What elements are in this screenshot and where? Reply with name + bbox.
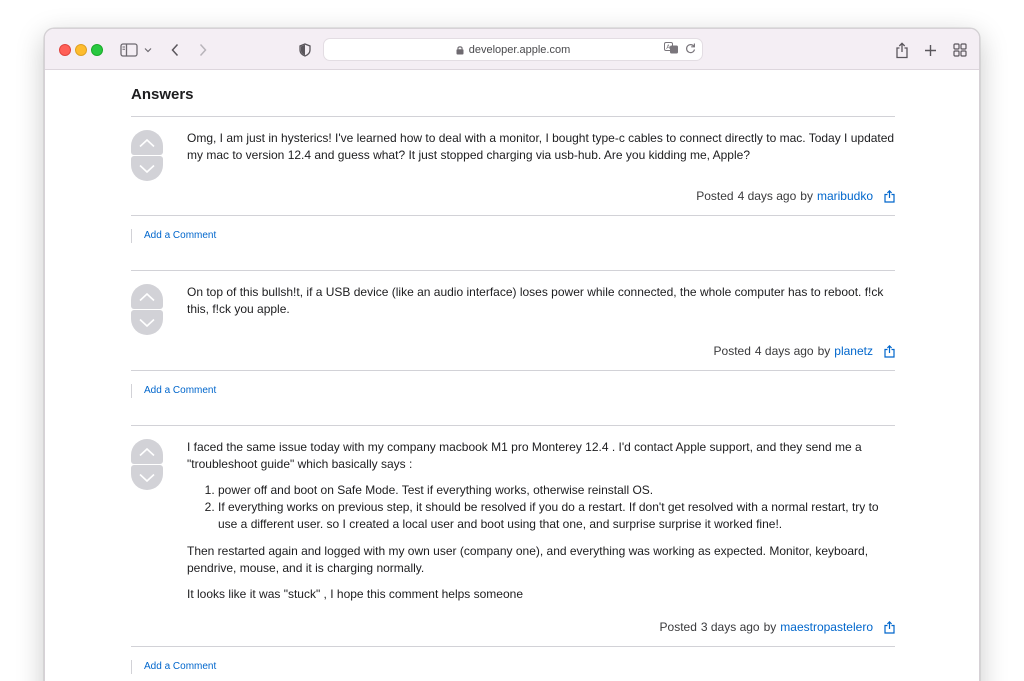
minimize-window-button[interactable] [75, 44, 87, 56]
chevron-down-icon [139, 318, 155, 327]
browser-toolbar: developer.apple.com A [45, 29, 979, 70]
share-icon[interactable] [884, 189, 895, 203]
sidebar-toggle-icon[interactable] [120, 40, 138, 60]
vote-controls [131, 284, 163, 335]
author-link[interactable]: maribudko [817, 189, 873, 203]
by-label: by [800, 189, 813, 203]
add-comment-link[interactable]: Add a Comment [131, 660, 216, 674]
back-icon[interactable] [170, 40, 180, 60]
share-page-icon[interactable] [895, 40, 909, 60]
translate-icon[interactable]: A [664, 42, 679, 57]
page-content: Answers Omg, I am just in hysterics! I'v… [45, 71, 979, 681]
posted-label: Posted [696, 189, 734, 203]
answer-paragraph: It looks like it was "stuck" , I hope th… [187, 587, 523, 601]
posted-time: 4 days ago [737, 189, 797, 203]
share-icon[interactable] [884, 620, 895, 634]
sidebar-menu-chevron-down-icon[interactable] [144, 40, 152, 60]
by-label: by [817, 344, 831, 358]
posted-label: Posted [713, 344, 751, 358]
troubleshoot-steps-list: power off and boot on Safe Mode. Test if… [218, 482, 895, 533]
address-bar[interactable]: developer.apple.com A [323, 38, 703, 61]
author-link[interactable]: planetz [834, 344, 873, 358]
downvote-button[interactable] [131, 156, 163, 181]
privacy-shield-icon[interactable] [299, 40, 311, 60]
chevron-down-icon [139, 473, 155, 482]
answer-3: I faced the same issue today with my com… [131, 426, 895, 646]
answer-intro: I faced the same issue today with my com… [187, 440, 862, 471]
upvote-button[interactable] [131, 130, 163, 155]
posted-time: 4 days ago [754, 344, 814, 358]
answer-paragraph: Then restarted again and logged with my … [187, 544, 869, 575]
lock-icon [456, 45, 464, 55]
browser-window: developer.apple.com A Answers Omg, I am … [44, 28, 980, 681]
divider [131, 646, 895, 647]
answers-heading: Answers [131, 86, 194, 103]
divider [131, 370, 895, 371]
list-item: If everything works on previous step, it… [218, 499, 895, 533]
posted-meta: Posted 3 days ago by maestropastelero [660, 620, 895, 634]
upvote-button[interactable] [131, 439, 163, 464]
address-bar-url: developer.apple.com [468, 43, 571, 56]
posted-meta: Posted 4 days ago by planetz [714, 344, 895, 358]
close-window-button[interactable] [59, 44, 71, 56]
by-label: by [763, 620, 777, 634]
upvote-button[interactable] [131, 284, 163, 309]
posted-time: 3 days ago [700, 620, 760, 634]
answer-body: Omg, I am just in hysterics! I've learne… [187, 130, 895, 173]
reload-icon[interactable] [685, 42, 696, 57]
answer-paragraph: On top of this bullsh!t, if a USB device… [187, 285, 884, 316]
chevron-up-icon [139, 138, 155, 147]
posted-label: Posted [659, 620, 697, 634]
chevron-up-icon [139, 447, 155, 456]
add-comment-link[interactable]: Add a Comment [131, 384, 216, 398]
posted-meta: Posted 4 days ago by maribudko [696, 189, 895, 203]
zoom-window-button[interactable] [91, 44, 103, 56]
answer-body: On top of this bullsh!t, if a USB device… [187, 284, 895, 327]
list-item: power off and boot on Safe Mode. Test if… [218, 482, 895, 499]
chevron-down-icon [139, 164, 155, 173]
answer-2: On top of this bullsh!t, if a USB device… [131, 271, 895, 369]
share-icon[interactable] [884, 344, 895, 358]
add-comment-link[interactable]: Add a Comment [131, 229, 216, 243]
author-link[interactable]: maestropastelero [780, 620, 873, 634]
new-tab-plus-icon[interactable] [924, 40, 937, 60]
forward-icon[interactable] [198, 40, 208, 60]
tab-overview-icon[interactable] [953, 40, 967, 60]
divider [131, 215, 895, 216]
vote-controls [131, 439, 163, 490]
downvote-button[interactable] [131, 310, 163, 335]
answer-body: I faced the same issue today with my com… [187, 439, 895, 612]
vote-controls [131, 130, 163, 181]
answer-1: Omg, I am just in hysterics! I've learne… [131, 117, 895, 215]
downvote-button[interactable] [131, 465, 163, 490]
chevron-up-icon [139, 292, 155, 301]
answer-paragraph: Omg, I am just in hysterics! I've learne… [187, 131, 895, 162]
